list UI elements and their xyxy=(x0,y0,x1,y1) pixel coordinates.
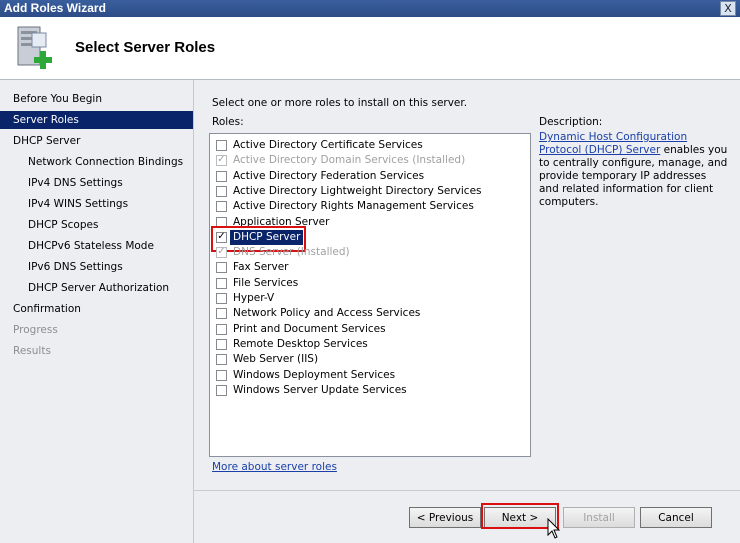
role-label: File Services xyxy=(233,276,299,289)
role-checkbox xyxy=(216,247,227,259)
role-checkbox[interactable] xyxy=(216,354,227,366)
role-label: Windows Server Update Services xyxy=(233,383,407,396)
role-checkbox[interactable] xyxy=(216,262,227,274)
role-label: Remote Desktop Services xyxy=(233,337,368,350)
close-button[interactable]: X xyxy=(720,1,736,16)
role-checkbox[interactable] xyxy=(216,384,227,396)
roles-label: Roles: xyxy=(212,116,244,128)
role-label: Web Server (IIS) xyxy=(233,353,319,366)
sidebar-item: IPv6 DNS Settings xyxy=(28,261,123,273)
sidebar-item: Network Connection Bindings xyxy=(28,156,184,168)
role-checkbox[interactable] xyxy=(216,277,227,289)
role-list-item[interactable]: File Services xyxy=(216,276,516,291)
role-list-item[interactable]: Active Directory Lightweight Directory S… xyxy=(216,184,516,199)
description-text: Dynamic Host Configuration Protocol (DHC… xyxy=(539,131,729,209)
role-list-item[interactable]: Active Directory Rights Management Servi… xyxy=(216,199,516,214)
role-label: DNS Server (Installed) xyxy=(233,246,350,259)
role-label: Hyper-V xyxy=(233,292,275,304)
sidebar-item: Results xyxy=(13,345,51,357)
role-label: Network Policy and Access Services xyxy=(233,307,421,320)
button-separator xyxy=(194,490,740,491)
roles-list[interactable]: Active Directory Certificate Services Act… xyxy=(209,133,531,457)
role-checkbox xyxy=(216,155,227,167)
page-title: Select Server Roles xyxy=(75,39,216,56)
role-label: Active Directory Certificate Services xyxy=(233,139,423,151)
role-label: Active Directory Lightweight Directory S… xyxy=(233,184,482,197)
install-button[interactable]: Install xyxy=(563,507,635,528)
role-list-item[interactable]: Web Server (IIS) xyxy=(216,352,516,367)
sidebar-item: IPv4 WINS Settings xyxy=(28,198,129,210)
sidebar-item: DHCPv6 Stateless Mode xyxy=(28,240,154,252)
role-label: Fax Server xyxy=(233,261,289,274)
role-checkbox[interactable] xyxy=(216,308,227,320)
sidebar-item: DHCP Server Authorization xyxy=(28,282,170,294)
more-about-roles-link[interactable]: More about server roles xyxy=(212,461,337,473)
role-list-item[interactable]: Fax Server xyxy=(216,260,516,275)
role-list-item[interactable]: Windows Deployment Services xyxy=(216,368,516,383)
wizard-header: Select Server Roles xyxy=(0,17,740,80)
role-list-item[interactable]: Print and Document Services xyxy=(216,322,516,337)
server-add-icon xyxy=(17,26,52,69)
description-label: Description: xyxy=(539,116,603,128)
cancel-button[interactable]: Cancel xyxy=(640,507,712,528)
role-list-item[interactable]: DHCP Server xyxy=(211,225,516,252)
role-list-item[interactable]: Active Directory Certificate Services xyxy=(216,138,516,153)
role-list-item[interactable]: Hyper-V xyxy=(216,291,516,306)
role-checkbox[interactable] xyxy=(216,338,227,350)
role-checkbox[interactable] xyxy=(216,201,227,213)
role-checkbox[interactable] xyxy=(216,140,227,151)
role-label: Print and Document Services xyxy=(233,322,386,335)
role-label: Active Directory Rights Management Servi… xyxy=(233,200,474,213)
role-checkbox[interactable] xyxy=(216,293,227,304)
role-label: Active Directory Federation Services xyxy=(233,169,425,182)
role-label: Active Directory Domain Services (Instal… xyxy=(233,154,466,167)
sidebar-item: IPv4 DNS Settings xyxy=(28,177,123,189)
wizard-steps-sidebar: Before You Begin Server Roles DHCP Server N… xyxy=(0,80,194,543)
role-list-item: DNS Server (Installed) xyxy=(216,245,516,260)
sidebar-item: DHCP Server xyxy=(13,135,81,147)
mouse-cursor-icon xyxy=(547,518,560,539)
window-title: Add Roles Wizard xyxy=(4,1,106,15)
role-list-item[interactable]: Remote Desktop Services xyxy=(216,337,516,352)
role-list-item[interactable]: Network Policy and Access Services xyxy=(216,306,516,321)
role-checkbox[interactable] xyxy=(216,369,227,381)
role-label: Windows Deployment Services xyxy=(233,368,396,381)
instruction-text: Select one or more roles to install on t… xyxy=(212,97,468,109)
role-checkbox[interactable] xyxy=(216,185,227,197)
sidebar-item: DHCP Scopes xyxy=(28,219,99,231)
role-checkbox[interactable] xyxy=(216,170,227,182)
title-bar: Add Roles Wizard X xyxy=(0,0,740,17)
sidebar-item: Server Roles xyxy=(0,111,193,129)
sidebar-item: Progress xyxy=(13,324,58,336)
role-checkbox[interactable] xyxy=(216,323,227,335)
previous-button[interactable]: < Previous xyxy=(409,507,481,528)
sidebar-item: Before You Begin xyxy=(13,93,103,105)
sidebar-item: Confirmation xyxy=(13,303,81,315)
role-list-item[interactable]: Active Directory Federation Services xyxy=(216,169,516,184)
role-list-item: Active Directory Domain Services (Instal… xyxy=(216,153,516,168)
role-list-item[interactable]: Windows Server Update Services xyxy=(216,383,516,398)
